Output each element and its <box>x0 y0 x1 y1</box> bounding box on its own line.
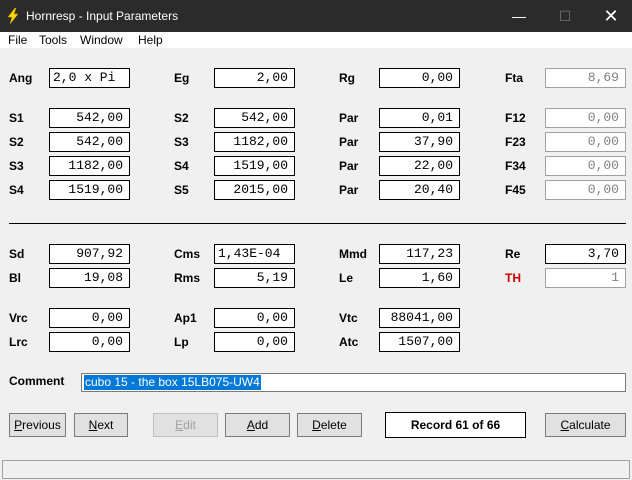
lp-field[interactable]: 0,00 <box>214 332 295 352</box>
fta-field: 8,69 <box>545 68 626 88</box>
previous-button[interactable]: Previous <box>9 413 66 437</box>
label-vtc: Vtc <box>339 311 358 325</box>
par-field[interactable]: 0,01 <box>379 108 460 128</box>
label-s4: S4 <box>174 159 189 173</box>
label-par: Par <box>339 111 359 125</box>
label-vrc: Vrc <box>9 311 28 325</box>
s4-field[interactable]: 1519,00 <box>214 156 295 176</box>
label-bl: Bl <box>9 271 21 285</box>
cms-field[interactable]: 1,43E-04 <box>214 244 295 264</box>
title-bar: Hornresp - Input Parameters — ☐ ✕ <box>0 0 632 32</box>
vtc-field[interactable]: 88041,00 <box>379 308 460 328</box>
rg-field[interactable]: 0,00 <box>379 68 460 88</box>
label-rg: Rg <box>339 71 355 85</box>
label-ang: Ang <box>9 71 33 85</box>
ang-field[interactable]: 2,0 x Pi <box>49 68 130 88</box>
label-f12: F12 <box>505 111 526 125</box>
bl-field[interactable]: 19,08 <box>49 268 130 288</box>
label-s3: S3 <box>174 135 189 149</box>
label-s2: S2 <box>9 135 24 149</box>
add-button[interactable]: Add <box>225 413 290 437</box>
status-bar <box>2 460 630 479</box>
menu-file[interactable]: File <box>8 32 27 48</box>
s2-field[interactable]: 542,00 <box>49 132 130 152</box>
label-s2: S2 <box>174 111 189 125</box>
label-atc: Atc <box>339 335 359 349</box>
label-s5: S5 <box>174 183 189 197</box>
section-divider <box>9 223 626 224</box>
label-re: Re <box>505 247 521 261</box>
s3-field[interactable]: 1182,00 <box>49 156 130 176</box>
s3-field[interactable]: 1182,00 <box>214 132 295 152</box>
label-th[interactable]: TH <box>505 270 521 286</box>
label-sd: Sd <box>9 247 25 261</box>
sd-field[interactable]: 907,92 <box>49 244 130 264</box>
label-le: Le <box>339 271 354 285</box>
par-field[interactable]: 22,00 <box>379 156 460 176</box>
ap1-field[interactable]: 0,00 <box>214 308 295 328</box>
label-par: Par <box>339 159 359 173</box>
label-s1: S1 <box>9 111 24 125</box>
label-rms: Rms <box>174 271 201 285</box>
record-indicator: Record 61 of 66 <box>385 412 526 438</box>
label-s3: S3 <box>9 159 24 173</box>
lrc-field[interactable]: 0,00 <box>49 332 130 352</box>
s2-field[interactable]: 542,00 <box>214 108 295 128</box>
label-lrc: Lrc <box>9 335 28 349</box>
minimize-button[interactable]: — <box>496 0 542 32</box>
f23-field: 0,00 <box>545 132 626 152</box>
menu-tools[interactable]: Tools <box>39 32 67 48</box>
label-cms: Cms <box>174 247 201 261</box>
eg-field[interactable]: 2,00 <box>214 68 295 88</box>
label-fta: Fta <box>505 71 523 85</box>
next-button[interactable]: Next <box>74 413 128 437</box>
f34-field: 0,00 <box>545 156 626 176</box>
label-lp: Lp <box>174 335 189 349</box>
par-field[interactable]: 20,40 <box>379 180 460 200</box>
le-field[interactable]: 1,60 <box>379 268 460 288</box>
re-field[interactable]: 3,70 <box>545 244 626 264</box>
menu-window[interactable]: Window <box>80 32 123 48</box>
calculate-button[interactable]: Calculate <box>545 413 626 437</box>
label-eg: Eg <box>174 71 190 85</box>
vrc-field[interactable]: 0,00 <box>49 308 130 328</box>
atc-field[interactable]: 1507,00 <box>379 332 460 352</box>
label-f23: F23 <box>505 135 526 149</box>
mmd-field[interactable]: 117,23 <box>379 244 460 264</box>
par-field[interactable]: 37,90 <box>379 132 460 152</box>
comment-text: cubo 15 - the box 15LB075-UW4 <box>84 375 261 390</box>
label-par: Par <box>339 135 359 149</box>
th-field: 1 <box>545 268 626 288</box>
f45-field: 0,00 <box>545 180 626 200</box>
label-mmd: Mmd <box>339 247 367 261</box>
menu-help[interactable]: Help <box>138 32 163 48</box>
label-comment: Comment <box>9 374 65 388</box>
close-button[interactable]: ✕ <box>588 0 632 32</box>
label-par: Par <box>339 183 359 197</box>
maximize-button[interactable]: ☐ <box>542 0 588 32</box>
s1-field[interactable]: 542,00 <box>49 108 130 128</box>
edit-button[interactable]: Edit <box>153 413 218 437</box>
label-f45: F45 <box>505 183 526 197</box>
label-ap1: Ap1 <box>174 311 197 325</box>
comment-field[interactable]: cubo 15 - the box 15LB075-UW4 <box>81 373 626 392</box>
s4-field[interactable]: 1519,00 <box>49 180 130 200</box>
delete-button[interactable]: Delete <box>297 413 362 437</box>
label-s4: S4 <box>9 183 24 197</box>
window-title: Hornresp - Input Parameters <box>26 9 179 23</box>
menu-bar: File Tools Window Help <box>0 32 632 48</box>
rms-field[interactable]: 5,19 <box>214 268 295 288</box>
lightning-icon <box>7 8 19 24</box>
label-f34: F34 <box>505 159 526 173</box>
s5-field[interactable]: 2015,00 <box>214 180 295 200</box>
f12-field: 0,00 <box>545 108 626 128</box>
